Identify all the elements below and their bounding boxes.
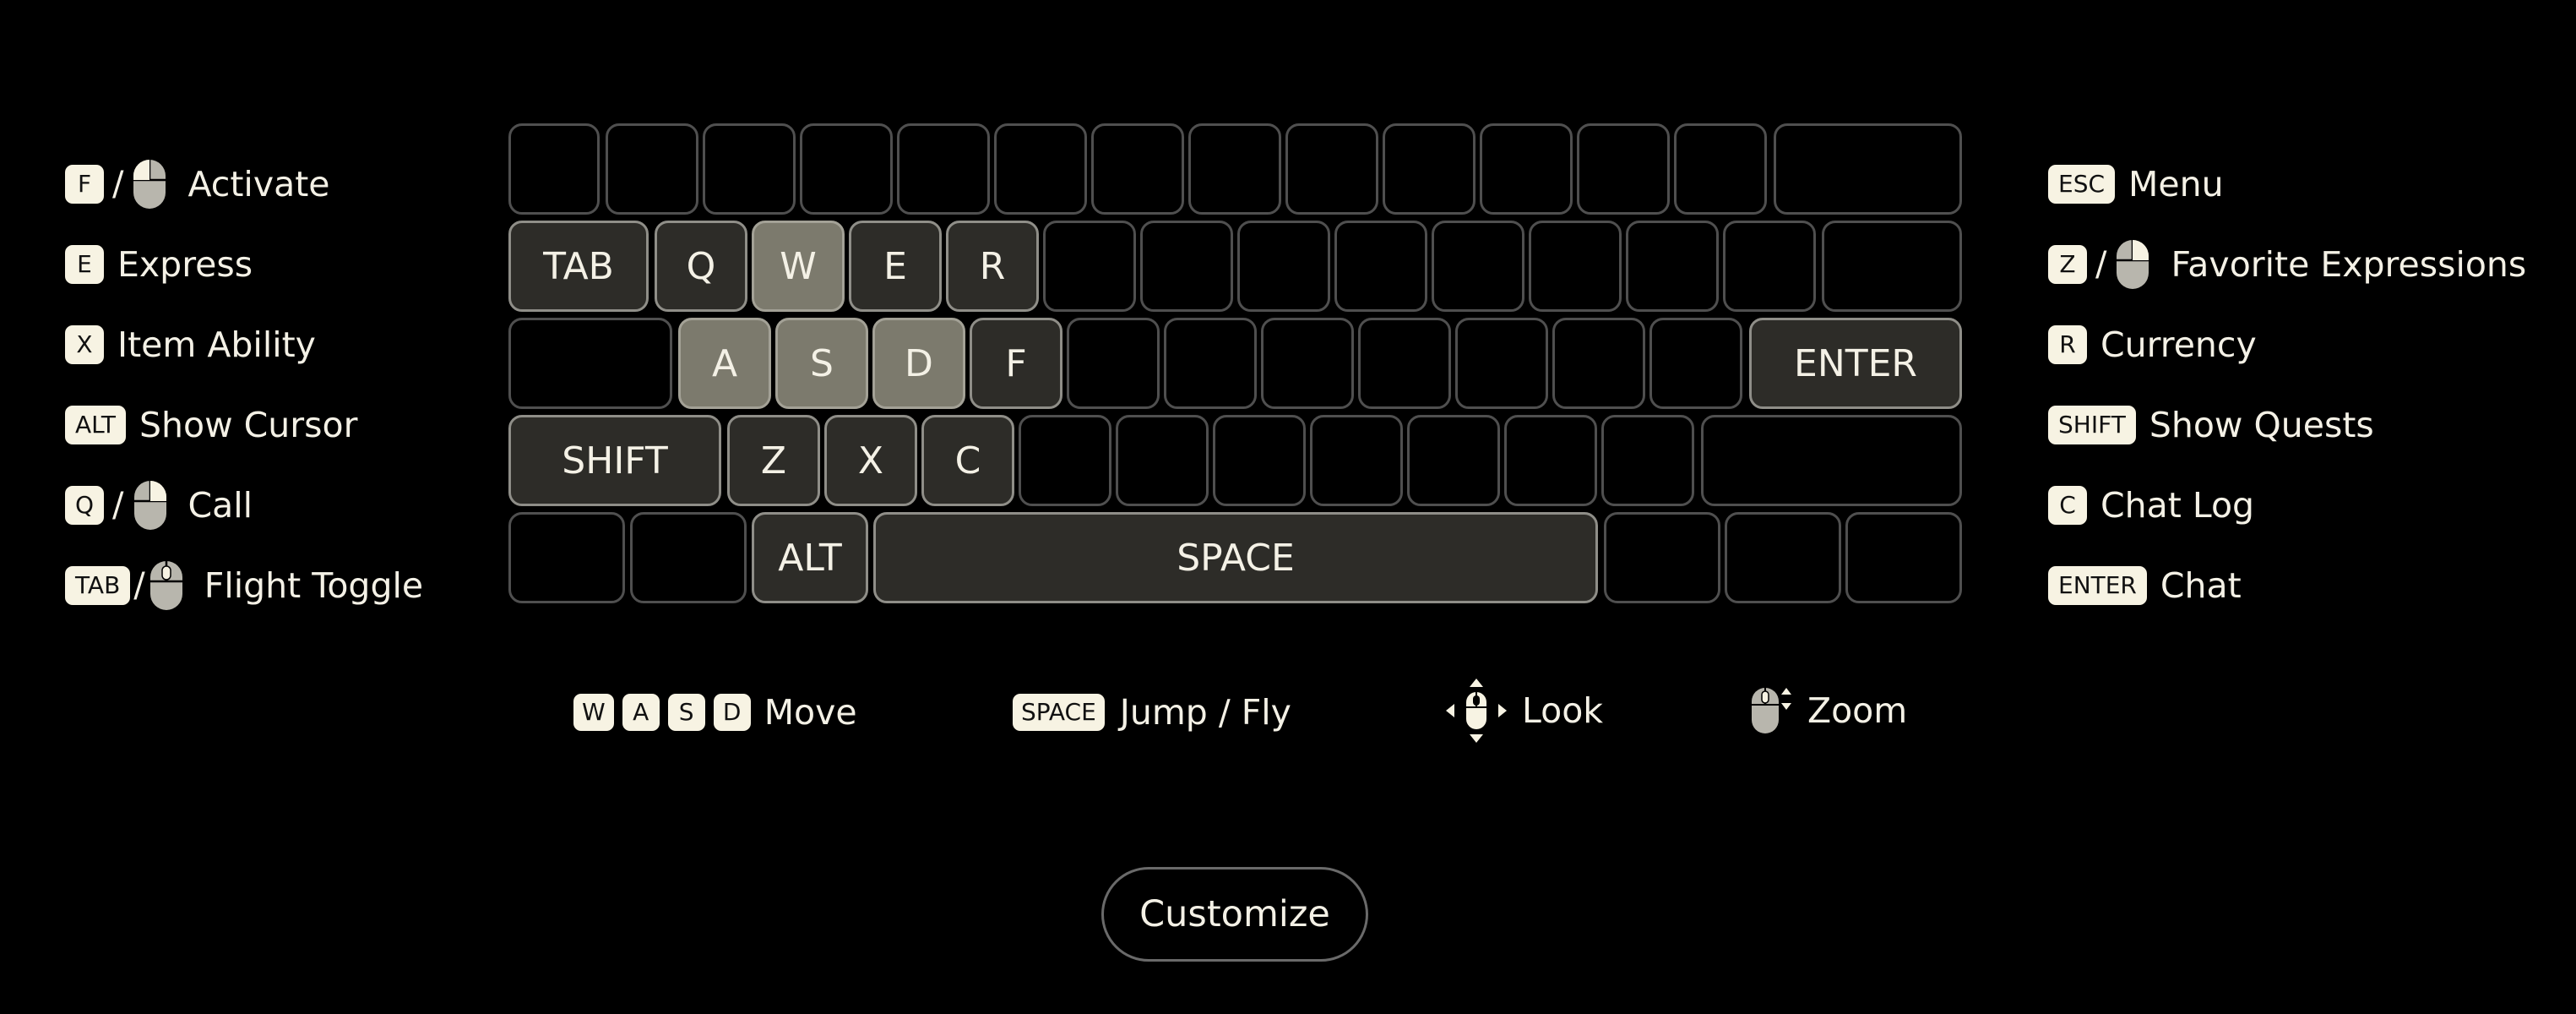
key-win[interactable] xyxy=(630,512,747,603)
key-badge-a: A xyxy=(622,694,660,731)
key-blank[interactable] xyxy=(1285,123,1378,215)
key-blank[interactable] xyxy=(703,123,796,215)
key-blank[interactable] xyxy=(1577,123,1670,215)
key-blank[interactable] xyxy=(1455,318,1548,409)
key-blank[interactable] xyxy=(1504,415,1597,506)
key-blank[interactable] xyxy=(994,123,1087,215)
key-blank[interactable] xyxy=(1213,415,1306,506)
key-blank[interactable] xyxy=(1626,221,1719,312)
key-blank[interactable] xyxy=(1237,221,1330,312)
bottom-jump: SPACE Jump / Fly xyxy=(1013,683,1291,742)
key-blank[interactable] xyxy=(1334,221,1427,312)
key-badge-d: D xyxy=(713,694,751,731)
key-e[interactable]: E xyxy=(849,221,942,312)
key-backslash[interactable] xyxy=(1822,221,1962,312)
key-d[interactable]: D xyxy=(872,318,965,409)
bottom-zoom: Zoom xyxy=(1750,681,1907,740)
key-blank[interactable] xyxy=(1674,123,1767,215)
key-ctrl[interactable] xyxy=(508,512,625,603)
key-blank[interactable] xyxy=(1067,318,1160,409)
key-backspace[interactable] xyxy=(1774,123,1962,215)
key-caps-lock[interactable] xyxy=(508,318,672,409)
move-label: Move xyxy=(764,692,857,733)
keyboard: TAB Q W E R A S D F ENTER SHIFT Z X C AL… xyxy=(0,0,2576,625)
key-tab[interactable]: TAB xyxy=(508,221,649,312)
key-blank[interactable] xyxy=(800,123,893,215)
key-blank[interactable] xyxy=(1529,221,1622,312)
key-blank[interactable] xyxy=(1383,123,1475,215)
key-w[interactable]: W xyxy=(752,221,845,312)
key-z[interactable]: Z xyxy=(727,415,820,506)
look-label: Look xyxy=(1522,690,1604,731)
key-right-ctrl[interactable] xyxy=(1845,512,1962,603)
mouse-scroll-icon xyxy=(1750,684,1792,737)
key-s[interactable]: S xyxy=(775,318,868,409)
key-blank[interactable] xyxy=(1407,415,1500,506)
key-blank[interactable] xyxy=(1432,221,1524,312)
key-f[interactable]: F xyxy=(970,318,1062,409)
key-blank[interactable] xyxy=(1140,221,1233,312)
key-right-alt[interactable] xyxy=(1604,512,1720,603)
key-c[interactable]: C xyxy=(921,415,1014,506)
key-blank[interactable] xyxy=(1552,318,1645,409)
key-blank[interactable] xyxy=(1358,318,1451,409)
key-a[interactable]: A xyxy=(678,318,771,409)
key-blank[interactable] xyxy=(1310,415,1403,506)
mouse-move-icon xyxy=(1446,679,1507,743)
key-blank[interactable] xyxy=(1261,318,1354,409)
bottom-move: W A S D Move xyxy=(573,683,857,742)
key-blank[interactable] xyxy=(1164,318,1257,409)
key-blank[interactable] xyxy=(897,123,990,215)
key-blank[interactable] xyxy=(606,123,698,215)
key-blank[interactable] xyxy=(1188,123,1281,215)
customize-button[interactable]: Customize xyxy=(1101,867,1368,962)
key-alt[interactable]: ALT xyxy=(752,512,868,603)
key-fn[interactable] xyxy=(1725,512,1841,603)
key-blank[interactable] xyxy=(508,123,600,215)
key-space[interactable]: SPACE xyxy=(873,512,1598,603)
key-blank[interactable] xyxy=(1019,415,1111,506)
key-blank[interactable] xyxy=(1480,123,1573,215)
key-blank[interactable] xyxy=(1043,221,1136,312)
zoom-label: Zoom xyxy=(1807,690,1908,731)
key-blank[interactable] xyxy=(1091,123,1184,215)
key-blank[interactable] xyxy=(1723,221,1816,312)
key-shift[interactable]: SHIFT xyxy=(508,415,721,506)
key-blank[interactable] xyxy=(1649,318,1742,409)
key-q[interactable]: Q xyxy=(655,221,747,312)
key-blank[interactable] xyxy=(1116,415,1209,506)
key-right-shift[interactable] xyxy=(1701,415,1962,506)
key-badge-space: SPACE xyxy=(1013,694,1105,731)
bottom-look: Look xyxy=(1446,679,1604,743)
jump-label: Jump / Fly xyxy=(1119,692,1291,733)
key-enter[interactable]: ENTER xyxy=(1749,318,1962,409)
key-badge-s: S xyxy=(667,694,705,731)
key-badge-w: W xyxy=(573,694,614,731)
key-x[interactable]: X xyxy=(824,415,917,506)
key-r[interactable]: R xyxy=(946,221,1039,312)
key-blank[interactable] xyxy=(1601,415,1694,506)
